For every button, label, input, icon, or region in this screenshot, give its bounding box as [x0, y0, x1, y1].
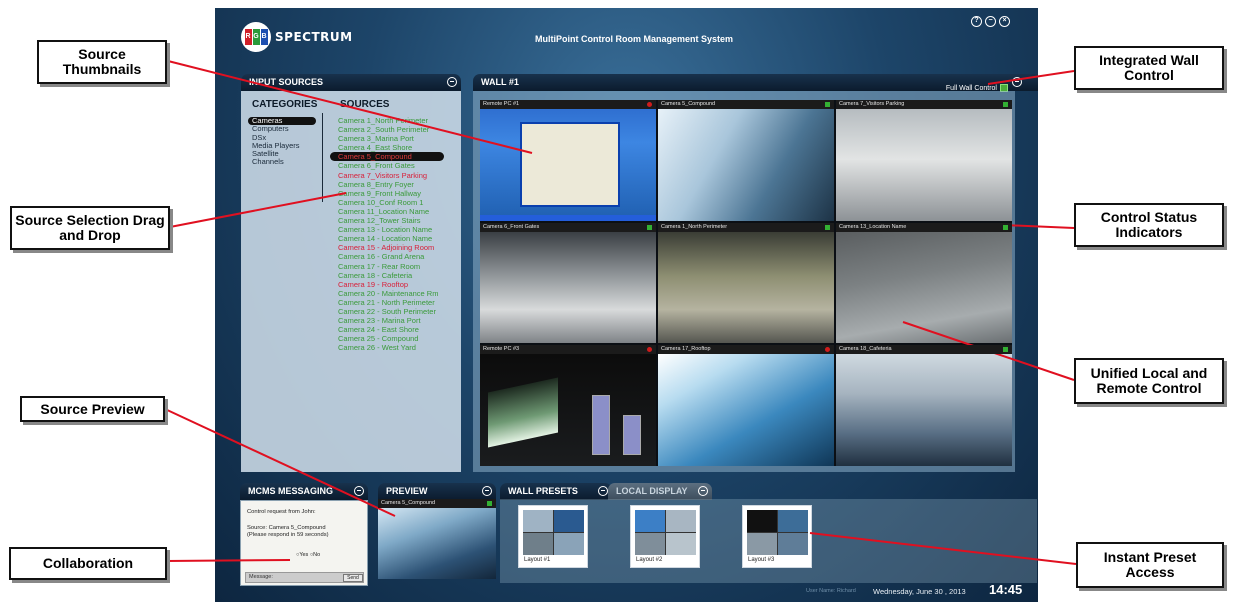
callout-integrated-wall-control: Integrated Wall Control	[1074, 46, 1224, 90]
leader-line	[167, 60, 533, 154]
tile-source-label: Camera 6_Front Gates	[483, 223, 540, 230]
tile-title-bar: Camera 1_North Perimeter	[658, 222, 834, 232]
leader-line	[987, 70, 1075, 85]
tile-source-label: Camera 18_Cafeteria	[839, 346, 892, 353]
remote-control-indicator	[825, 347, 830, 353]
tile-title-bar: Camera 13_Location Name	[836, 222, 1012, 232]
leader-line	[1002, 224, 1075, 229]
callout-instant-preset: Instant Preset Access	[1076, 542, 1224, 588]
tile-title-bar: Remote PC #3	[480, 345, 656, 355]
status-indicator	[487, 501, 492, 506]
tile-source-label: Camera 5_Compound	[661, 101, 716, 107]
local-control-indicator	[1003, 224, 1008, 230]
local-control-indicator	[1003, 102, 1008, 107]
tile-title-bar: Camera 5_Compound	[658, 100, 834, 109]
annotated-screenshot: R G B SPECTRUM MultiPoint Control Room M…	[0, 0, 1242, 602]
tile-title-bar: Camera 18_Cafeteria	[836, 345, 1012, 355]
leader-line	[164, 408, 396, 517]
leader-line	[165, 559, 291, 562]
tile-title-bar: Camera 17_Rooftop	[658, 345, 834, 355]
callout-lines	[164, 60, 1077, 565]
tile-source-label: Camera 1_North Perimeter	[661, 223, 728, 230]
callout-control-status: Control Status Indicators	[1074, 203, 1224, 247]
preview-source-label: Camera 5_Compound	[378, 499, 496, 508]
local-control-indicator	[825, 102, 830, 107]
callout-source-thumbnails: Source Thumbnails	[37, 40, 167, 84]
callout-source-selection: Source Selection Drag and Drop	[10, 206, 170, 250]
remote-control-indicator	[647, 102, 652, 107]
tile-source-label: Camera 17_Rooftop	[661, 346, 711, 353]
tile-source-label: Remote PC #1	[483, 101, 520, 107]
local-control-indicator	[1003, 347, 1008, 353]
tile-title-bar: Remote PC #1	[480, 100, 656, 109]
tile-source-label: Camera 13_Location Name	[839, 223, 907, 230]
local-control-indicator	[647, 224, 652, 230]
tile-title-bar: Camera 6_Front Gates	[480, 222, 656, 232]
tile-source-label: Remote PC #3	[483, 346, 520, 353]
remote-control-indicator	[647, 347, 652, 353]
tile-source-label: Camera 7_Visitors Parking	[839, 101, 905, 107]
callout-collaboration: Collaboration	[9, 547, 167, 580]
callout-source-preview: Source Preview	[20, 396, 165, 422]
leader-line	[809, 532, 1077, 565]
leader-line	[169, 192, 347, 228]
local-control-indicator	[825, 224, 830, 230]
tile-title-bar: Camera 7_Visitors Parking	[836, 100, 1012, 109]
callout-unified-control: Unified Local and Remote Control	[1074, 358, 1224, 404]
